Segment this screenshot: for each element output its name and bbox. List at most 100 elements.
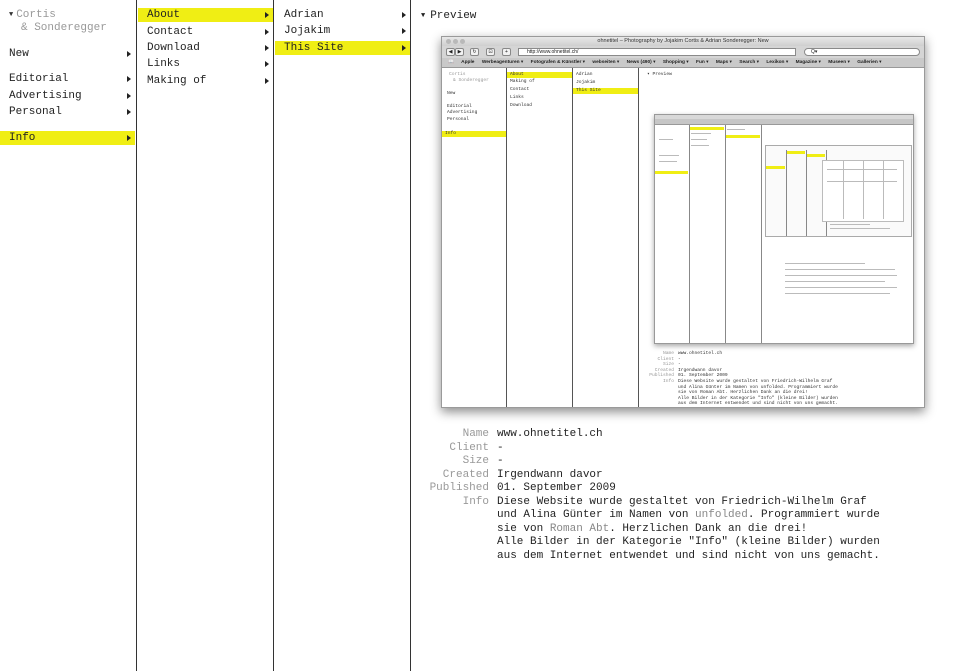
bookmark-item: Werbeagenturen ▾ xyxy=(481,60,524,65)
preview-heading-small-label: Preview xyxy=(652,72,672,77)
preview-meta: Name www.ohnetitel.ch Client - Size - Creat… xyxy=(649,351,838,407)
detail-row-name: Name www.ohnetitel.ch xyxy=(411,428,880,442)
bookmarks-bar: 📖 Apple Werbeagenturen ▾ Fotografen & Kü… xyxy=(442,58,924,68)
arrow-right-icon xyxy=(127,135,131,141)
nav-item-contact[interactable]: Contact xyxy=(138,25,273,39)
bookmark-icon: ⊡ xyxy=(486,48,495,56)
detail-label: Info xyxy=(462,495,489,508)
nav-column-info: About Contact Download Links Making of xyxy=(136,0,273,671)
arrow-right-icon xyxy=(127,51,131,57)
detail-row-info: Info Diese Website wurde gestaltet von Fr… xyxy=(411,496,880,564)
bookmark-item: Gallerien ▾ xyxy=(857,60,882,65)
bookmark-item: Maps ▾ xyxy=(715,60,732,65)
bookmark-item: Magazine ▾ xyxy=(795,60,821,65)
preview-nav-links: Links xyxy=(510,95,524,100)
nav-item-label: This Site xyxy=(284,42,344,54)
bookmark-item: News (490) ▾ xyxy=(626,60,656,65)
nav-item-adrian[interactable]: Adrian xyxy=(275,8,410,22)
preview-nav-download: Download xyxy=(510,103,533,108)
nav-column-main: ▼ Cortis & Sonderegger New Editorial Adve… xyxy=(0,0,136,671)
brand-line1: Cortis xyxy=(16,9,56,21)
arrow-right-icon xyxy=(265,61,269,67)
bookmark-item: Shopping ▾ xyxy=(662,60,689,65)
bookmark-item: Apple xyxy=(461,60,475,65)
arrow-right-icon xyxy=(265,29,269,35)
preview-brand-line2: & Sonderegger xyxy=(453,78,489,83)
nav-item-editorial[interactable]: Editorial xyxy=(0,72,135,86)
back-icon: ◀ xyxy=(446,48,455,56)
detail-value: www.ohnetitel.ch xyxy=(497,428,603,440)
preview-nav-personal: Personal xyxy=(447,117,470,122)
arrow-right-icon xyxy=(127,76,131,82)
detail-label: Size xyxy=(462,455,489,467)
detail-row-size: Size - xyxy=(411,455,880,469)
browser-toolbar: ◀ ▶ ↻ ⊡ + http://www.ohnetitel.ch/ Q▾ xyxy=(442,46,924,58)
forward-icon: ▶ xyxy=(455,48,464,56)
info-text: sie von xyxy=(497,522,550,535)
book-icon: 📖 xyxy=(448,60,454,65)
preview-screenshot[interactable]: ohnetitel – Photography by Jojakim Corti… xyxy=(441,36,925,408)
detail-value: - xyxy=(497,455,504,467)
detail-label: Client xyxy=(449,441,489,454)
unfolded-link[interactable]: unfolded xyxy=(695,509,748,521)
arrow-right-icon xyxy=(265,12,269,18)
arrow-right-icon xyxy=(402,28,406,34)
nav-item-links[interactable]: Links xyxy=(138,57,273,71)
detail-value: - xyxy=(497,441,504,454)
search-field: Q▾ xyxy=(804,48,920,56)
nav-item-label: Advertising xyxy=(9,90,82,102)
triangle-down-icon: ▼ xyxy=(9,11,14,19)
project-details: Name www.ohnetitel.ch Client - Size - Creat… xyxy=(411,428,880,563)
detail-row-published: Published 01. September 2009 xyxy=(411,482,880,496)
detail-label: Published xyxy=(429,482,489,494)
preview-heading-small: ▾ Preview xyxy=(647,72,672,77)
reload-icon: ↻ xyxy=(470,48,479,56)
arrow-right-icon xyxy=(127,93,131,99)
triangle-down-icon: ▼ xyxy=(421,12,426,20)
preview-nav-making-of: Making of xyxy=(510,79,535,84)
info-text: . Herzlichen Dank an die drei! xyxy=(609,522,808,535)
nav-item-label: Making of xyxy=(147,75,207,87)
nav-item-making-of[interactable]: Making of xyxy=(138,74,273,88)
preview-toggle[interactable]: ▼ Preview xyxy=(421,9,476,24)
bookmark-item: Lexikon ▾ xyxy=(766,60,789,65)
nav-item-label: Info xyxy=(9,132,36,144)
arrow-right-icon xyxy=(265,78,269,84)
nav-item-label: Editorial xyxy=(9,73,69,85)
preview-nav-adrian: Adrian xyxy=(576,72,593,77)
preview-divider xyxy=(572,68,573,407)
preview-nav-about: About xyxy=(507,72,572,78)
preview-nav-advertising: Advertising xyxy=(447,110,478,115)
bookmark-item: Fotografen & Künstler ▾ xyxy=(530,60,586,65)
detail-value: Irgendwann davor xyxy=(497,468,603,481)
detail-value: 01. September 2009 xyxy=(497,482,616,494)
nav-item-download[interactable]: Download xyxy=(138,41,273,55)
detail-row-client: Client - xyxy=(411,442,880,456)
bookmark-item: Museen ▾ xyxy=(828,60,850,65)
info-text: Diese Website wurde gestaltet von Friedr… xyxy=(497,495,867,508)
nav-item-this-site[interactable]: This Site xyxy=(275,41,410,55)
preview-divider xyxy=(506,68,507,407)
arrow-right-icon xyxy=(265,45,269,51)
roman-abt-link[interactable]: Roman Abt xyxy=(550,523,609,535)
nav-item-label: Jojakim xyxy=(284,25,331,37)
info-text: aus dem Internet entwendet und sind nich… xyxy=(497,549,880,562)
detail-panel: ▼ Preview ohnetitel – Photography by Joja… xyxy=(410,0,980,671)
arrow-right-icon xyxy=(402,45,406,51)
arrow-right-icon xyxy=(127,109,131,115)
url-field: http://www.ohnetitel.ch/ xyxy=(518,48,796,56)
site-logo[interactable]: ▼ Cortis & Sonderegger xyxy=(9,9,107,34)
nav-item-personal[interactable]: Personal xyxy=(0,105,135,119)
nav-item-label: Personal xyxy=(9,106,62,118)
nav-item-new[interactable]: New xyxy=(0,47,135,61)
detail-label: Created xyxy=(442,468,489,481)
nav-item-advertising[interactable]: Advertising xyxy=(0,89,135,103)
nav-item-label: About xyxy=(147,9,181,21)
nav-item-about[interactable]: About xyxy=(138,8,273,22)
bookmark-item: Fun ▾ xyxy=(696,60,709,65)
info-text: . Programmiert wurde xyxy=(747,509,880,521)
nav-item-info[interactable]: Info xyxy=(0,131,135,145)
preview-nav-info: Info xyxy=(442,131,507,137)
nav-item-jojakim[interactable]: Jojakim xyxy=(275,24,410,38)
arrow-right-icon xyxy=(402,12,406,18)
